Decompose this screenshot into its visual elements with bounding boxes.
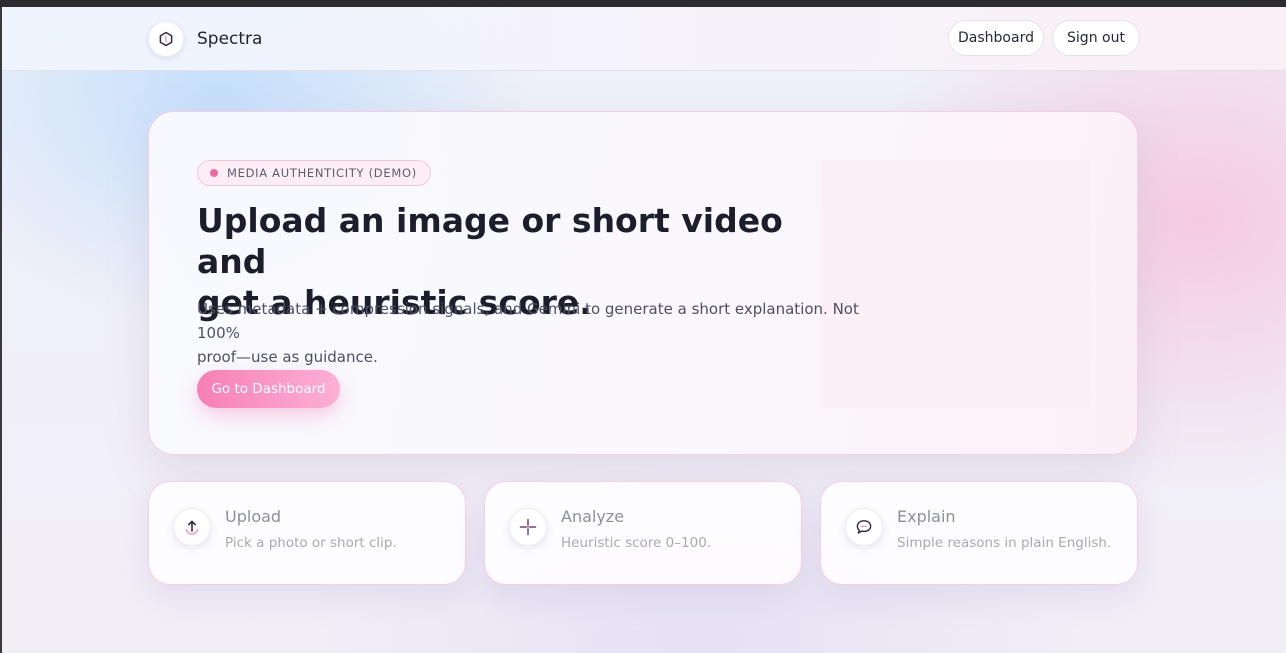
description-line-2: proof—use as guidance. (197, 348, 378, 366)
badge-dot-icon (210, 169, 218, 177)
upload-arrow-icon (173, 508, 211, 546)
brand-name: Spectra (197, 29, 263, 49)
chat-bubble-icon (845, 508, 883, 546)
hexagon-icon (148, 21, 184, 57)
demo-badge: MEDIA AUTHENTICITY (DEMO) (197, 160, 431, 186)
sparkle-icon (509, 508, 547, 546)
feature-subtitle: Heuristic score 0–100. (561, 535, 712, 551)
feature-card-analyze: Analyze Heuristic score 0–100. (484, 481, 802, 585)
brand[interactable]: Spectra (148, 20, 262, 58)
badge-text: MEDIA AUTHENTICITY (DEMO) (227, 166, 417, 180)
sign-out-button[interactable]: Sign out (1052, 20, 1140, 56)
dashboard-button[interactable]: Dashboard (948, 20, 1044, 56)
feature-subtitle: Pick a photo or short clip. (225, 535, 397, 551)
hero-decoration (821, 160, 1091, 408)
window-top-strip (0, 0, 1286, 7)
hero-description: Uses metadata + compression signals, and… (197, 297, 877, 369)
go-to-dashboard-button[interactable]: Go to Dashboard (197, 370, 340, 408)
title-line-1: Upload an image or short video and (197, 201, 783, 281)
feature-title: Analyze (561, 507, 625, 526)
feature-title: Upload (225, 507, 282, 526)
feature-subtitle: Simple reasons in plain English. (897, 535, 1112, 551)
top-nav-bar: Spectra Dashboard Sign out (2, 7, 1286, 71)
window-left-edge (0, 7, 2, 653)
feature-card-explain: Explain Simple reasons in plain English. (820, 481, 1138, 585)
feature-card-upload: Upload Pick a photo or short clip. (148, 481, 466, 585)
feature-title: Explain (897, 507, 956, 526)
description-line-1: Uses metadata + compression signals, and… (197, 300, 859, 342)
hero-card: MEDIA AUTHENTICITY (DEMO) Upload an imag… (148, 111, 1138, 455)
